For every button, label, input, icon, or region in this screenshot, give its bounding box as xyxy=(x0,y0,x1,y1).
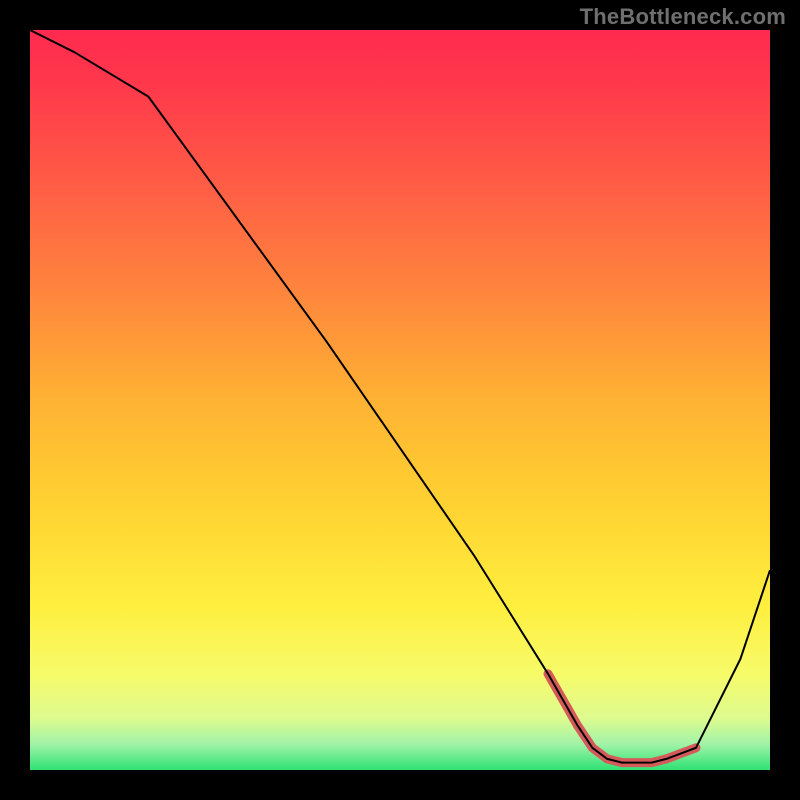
plot-background xyxy=(30,30,770,770)
watermark-text: TheBottleneck.com xyxy=(580,4,786,30)
bottleneck-chart xyxy=(0,0,800,800)
chart-stage: TheBottleneck.com xyxy=(0,0,800,800)
